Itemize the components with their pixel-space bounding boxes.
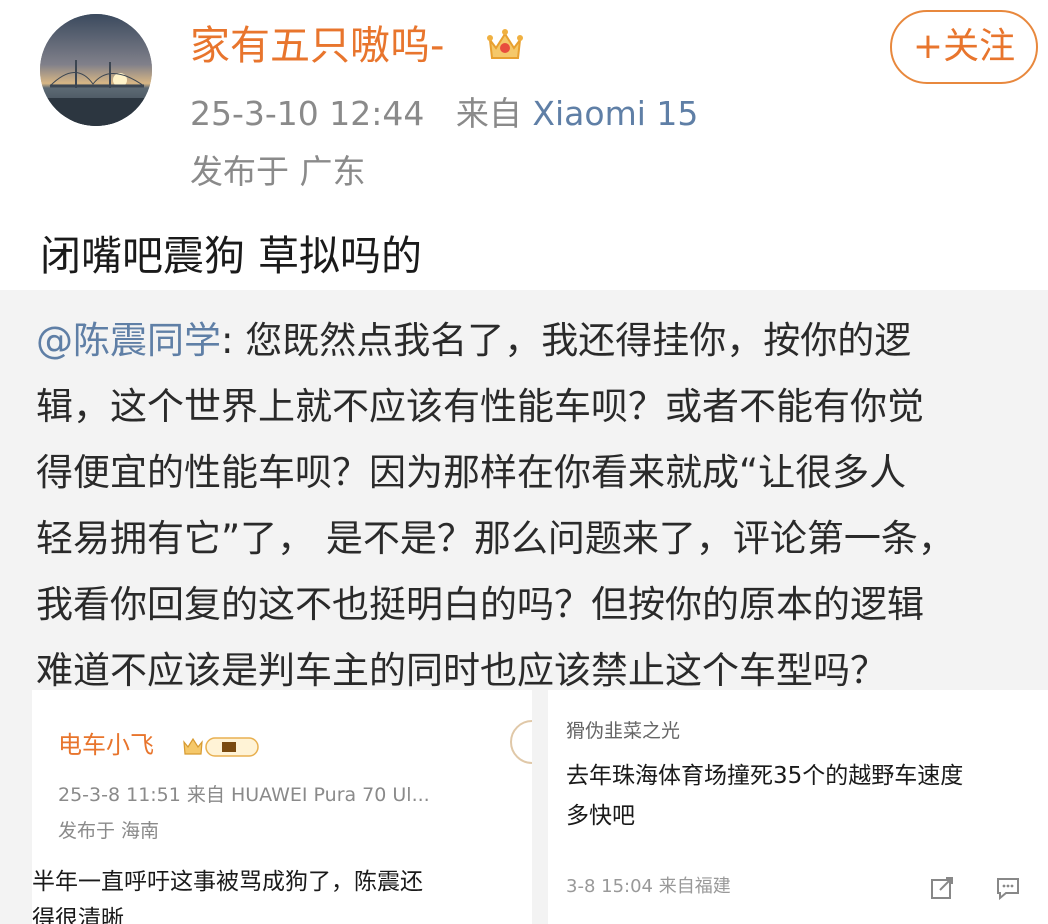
- card-left-meta: 25-3-8 11:51 来自 HUAWEI Pura 70 Ul...: [58, 784, 430, 806]
- crown-badge-icon: [487, 29, 523, 59]
- repost-line: 轻易拥有它”了， 是不是？那么问题来了，评论第一条，: [36, 517, 955, 560]
- post-date: 25-3-10 12:44: [190, 94, 425, 133]
- card-right-line: 去年珠海体育场撞死35个的越野车速度: [566, 763, 964, 789]
- post-header: 家有五只嗷呜- +关注 25-3-10 12:44 来自 Xiaomi 15 发…: [0, 0, 1048, 290]
- card-left-username: 电车小飞: [58, 731, 154, 759]
- comment-icon[interactable]: [994, 874, 1022, 902]
- repost-line: 辑，这个世界上就不应该有性能车呗？或者不能有你觉: [36, 385, 924, 428]
- card-right-username: 猾伪韭菜之光: [566, 720, 681, 742]
- avatar-image: [40, 14, 152, 126]
- vip-badge-icon: [183, 737, 259, 757]
- from-label: 来自: [455, 94, 522, 133]
- card-right-meta: 3-8 15:04 来自福建: [566, 876, 731, 897]
- card-left-follow-icon: [510, 720, 532, 764]
- card-left-text-2: 得很清晰: [32, 906, 124, 924]
- follow-button[interactable]: +关注: [890, 10, 1038, 84]
- card-right-text: 去年珠海体育场撞死35个的越野车速度 多快吧: [566, 756, 1046, 836]
- mention-link[interactable]: @陈震同学: [36, 319, 221, 362]
- repost-section[interactable]: @陈震同学: 您既然点我名了，我还得挂你，按你的逻 辑，这个世界上就不应该有性能…: [0, 290, 1048, 924]
- repost-line: : 您既然点我名了，我还得挂你，按你的逻: [221, 319, 912, 362]
- avatar[interactable]: [40, 14, 152, 126]
- post-meta: 25-3-10 12:44 来自 Xiaomi 15: [190, 92, 698, 136]
- card-right-line: 多快吧: [566, 803, 635, 829]
- post-text: 闭嘴吧震狗 草拟吗的: [40, 232, 423, 280]
- card-left-text: 半年一直呼吁这事被骂成狗了，陈震还: [32, 869, 423, 895]
- username[interactable]: 家有五只嗷呜-: [190, 20, 444, 72]
- repost-line: 我看你回复的这不也挺明白的吗？但按你的原本的逻辑: [36, 583, 924, 626]
- post-location: 发布于 广东: [190, 152, 366, 191]
- repost-line: 得便宜的性能车呗？因为那样在你看来就成“让很多人: [36, 451, 907, 494]
- card-left-location: 发布于 海南: [58, 820, 160, 842]
- share-icon[interactable]: [928, 874, 956, 902]
- repost-text: @陈震同学: 您既然点我名了，我还得挂你，按你的逻 辑，这个世界上就不应该有性能…: [36, 308, 1036, 704]
- image-card-right[interactable]: 猾伪韭菜之光 去年珠海体育场撞死35个的越野车速度 多快吧 3-8 15:04 …: [548, 690, 1048, 924]
- image-card-left[interactable]: 电车小飞 25-3-8 11:51 来自 HUAWEI Pura 70 Ul..…: [32, 690, 532, 924]
- device-link[interactable]: Xiaomi 15: [532, 94, 698, 133]
